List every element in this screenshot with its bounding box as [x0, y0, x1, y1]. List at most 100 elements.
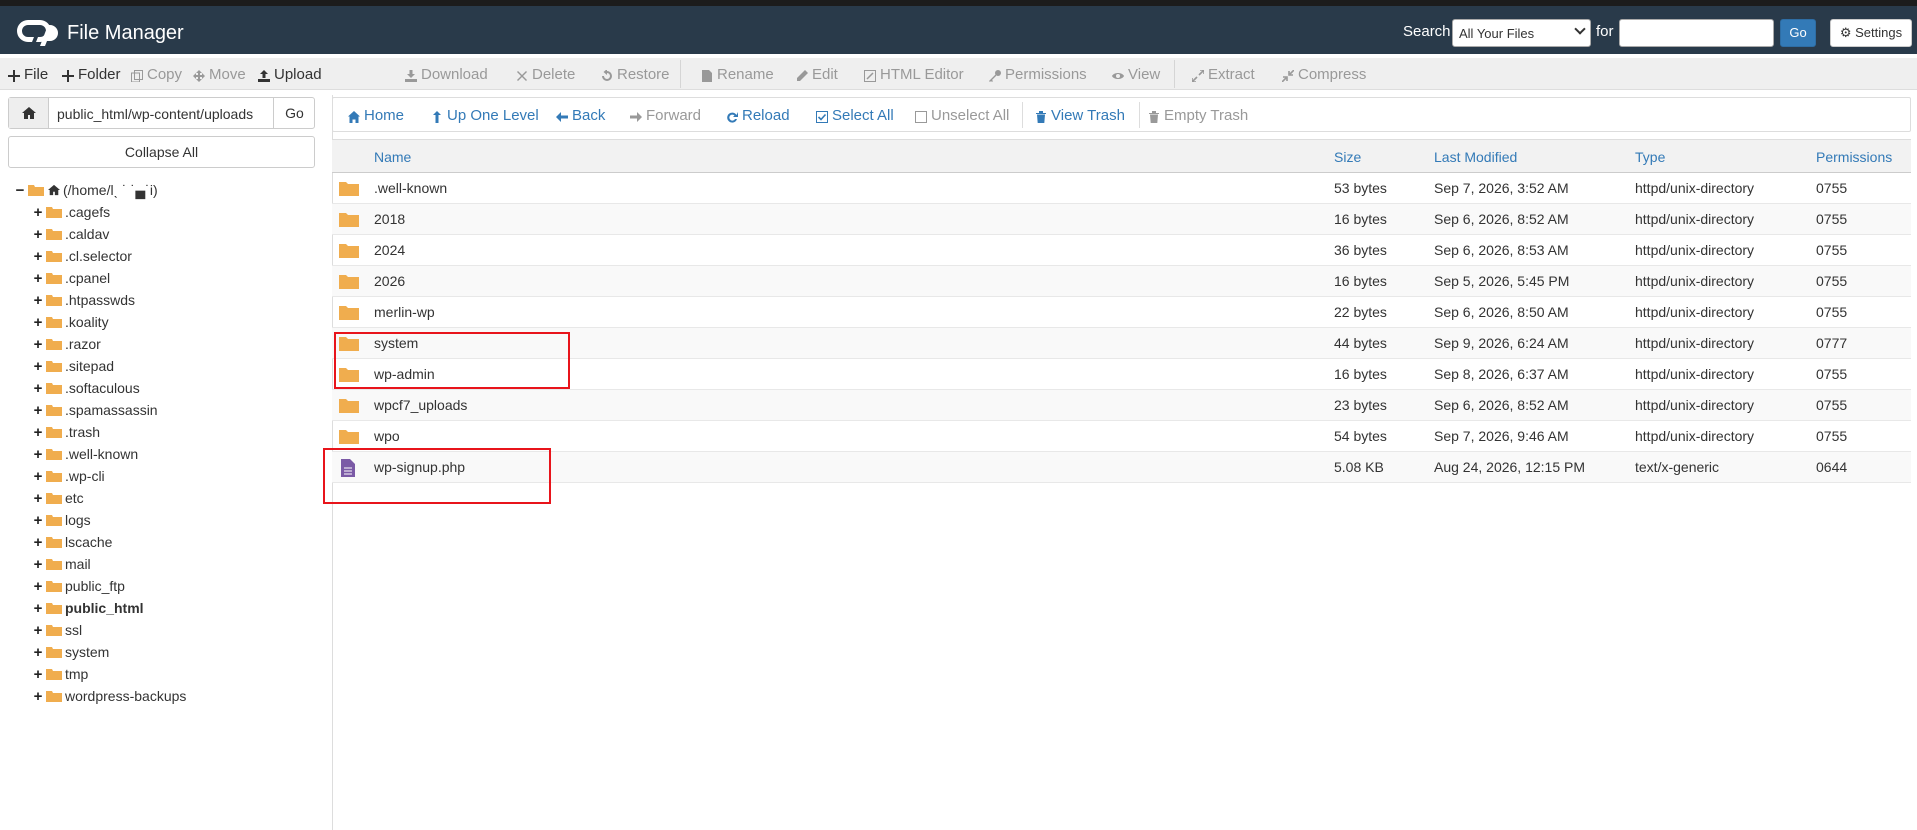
- expand-toggle-icon[interactable]: +: [32, 402, 44, 419]
- path-go-button[interactable]: Go: [273, 98, 315, 128]
- toolbar-copy-button[interactable]: Copy: [131, 66, 182, 83]
- column-header-name[interactable]: Name: [374, 149, 411, 165]
- search-go-button[interactable]: Go: [1780, 19, 1816, 47]
- expand-toggle-icon[interactable]: +: [32, 600, 44, 617]
- collapse-toggle-icon[interactable]: −: [14, 182, 26, 199]
- expand-toggle-icon[interactable]: +: [32, 512, 44, 529]
- tree-item-dot-cl-selector[interactable]: + .cl.selector: [14, 245, 324, 267]
- toolbar-file-button[interactable]: File: [8, 66, 48, 83]
- search-input[interactable]: [1619, 19, 1774, 47]
- expand-toggle-icon[interactable]: +: [32, 578, 44, 595]
- table-row[interactable]: 2018 16 bytes Sep 6, 2026, 8:52 AM httpd/un…: [332, 204, 1911, 235]
- expand-toggle-icon[interactable]: +: [32, 446, 44, 463]
- expand-toggle-icon[interactable]: +: [32, 336, 44, 353]
- toolbar-extract-button[interactable]: Extract: [1191, 66, 1255, 83]
- table-row[interactable]: merlin-wp 22 bytes Sep 6, 2026, 8:50 AM htt…: [332, 297, 1911, 328]
- expand-toggle-icon[interactable]: +: [32, 380, 44, 397]
- table-row[interactable]: wp-signup.php 5.08 KB Aug 24, 2026, 12:15 …: [332, 452, 1911, 483]
- nav-view-trash-button[interactable]: View Trash: [1035, 107, 1125, 124]
- settings-button[interactable]: ⚙ Settings: [1830, 19, 1912, 47]
- home-button[interactable]: [9, 98, 49, 128]
- nav-unselect-all-button[interactable]: Unselect All: [915, 107, 1009, 124]
- file-name[interactable]: .well-known: [374, 180, 447, 196]
- tree-item-public-html[interactable]: + public_html: [14, 597, 324, 619]
- nav-up-one-level-button[interactable]: Up One Level: [431, 107, 539, 124]
- tree-item-dot-sitepad[interactable]: + .sitepad: [14, 355, 324, 377]
- file-name[interactable]: merlin-wp: [374, 304, 435, 320]
- collapse-all-button[interactable]: Collapse All: [8, 136, 315, 168]
- file-name[interactable]: 2026: [374, 273, 405, 289]
- toolbar-upload-button[interactable]: Upload: [258, 66, 322, 83]
- expand-toggle-icon[interactable]: +: [32, 424, 44, 441]
- file-name[interactable]: wpcf7_uploads: [374, 397, 467, 413]
- tree-item-dot-cpanel[interactable]: + .cpanel: [14, 267, 324, 289]
- tree-item-dot-cagefs[interactable]: + .cagefs: [14, 201, 324, 223]
- column-header-last-modified[interactable]: Last Modified: [1434, 149, 1517, 165]
- tree-item-lscache[interactable]: + lscache: [14, 531, 324, 553]
- expand-toggle-icon[interactable]: +: [32, 644, 44, 661]
- table-row[interactable]: 2026 16 bytes Sep 5, 2026, 5:45 PM httpd/un…: [332, 266, 1911, 297]
- expand-toggle-icon[interactable]: +: [32, 270, 44, 287]
- nav-reload-button[interactable]: Reload: [726, 107, 790, 124]
- expand-toggle-icon[interactable]: +: [32, 534, 44, 551]
- toolbar-delete-button[interactable]: Delete: [516, 66, 575, 83]
- path-input[interactable]: public_html/wp-content/uploads: [57, 106, 273, 122]
- toolbar-download-button[interactable]: Download: [405, 66, 488, 83]
- expand-toggle-icon[interactable]: +: [32, 358, 44, 375]
- file-name[interactable]: 2018: [374, 211, 405, 227]
- search-scope-select[interactable]: All Your Files: [1452, 19, 1591, 47]
- table-row[interactable]: .well-known 53 bytes Sep 7, 2026, 3:52 AM h…: [332, 173, 1911, 204]
- toolbar-permissions-button[interactable]: Permissions: [989, 66, 1087, 83]
- expand-toggle-icon[interactable]: +: [32, 622, 44, 639]
- expand-toggle-icon[interactable]: +: [32, 248, 44, 265]
- nav-select-all-button[interactable]: Select All: [816, 107, 894, 124]
- toolbar-folder-button[interactable]: Folder: [62, 66, 121, 83]
- tree-item-etc[interactable]: + etc: [14, 487, 324, 509]
- tree-item-dot-razor[interactable]: + .razor: [14, 333, 324, 355]
- nav-back-button[interactable]: Back: [556, 107, 605, 124]
- expand-toggle-icon[interactable]: +: [32, 226, 44, 243]
- expand-toggle-icon[interactable]: +: [32, 468, 44, 485]
- toolbar-edit-button[interactable]: Edit: [796, 66, 838, 83]
- table-row[interactable]: wpcf7_uploads 23 bytes Sep 6, 2026, 8:52 A…: [332, 390, 1911, 421]
- nav-forward-button[interactable]: Forward: [630, 107, 701, 124]
- expand-toggle-icon[interactable]: +: [32, 556, 44, 573]
- tree-item-dot-wp-cli[interactable]: + .wp-cli: [14, 465, 324, 487]
- tree-item-system[interactable]: + system: [14, 641, 324, 663]
- tree-root[interactable]: − (/home/lˎ ˙ ˙▄˙i): [14, 179, 324, 201]
- expand-toggle-icon[interactable]: +: [32, 666, 44, 683]
- toolbar-html-editor-button[interactable]: HTML Editor: [864, 66, 964, 83]
- file-name[interactable]: 2024: [374, 242, 405, 258]
- table-row[interactable]: wpo 54 bytes Sep 7, 2026, 9:46 AM httpd/uni…: [332, 421, 1911, 452]
- expand-toggle-icon[interactable]: +: [32, 314, 44, 331]
- tree-item-mail[interactable]: + mail: [14, 553, 324, 575]
- tree-item-dot-koality[interactable]: + .koality: [14, 311, 324, 333]
- tree-item-public-ftp[interactable]: + public_ftp: [14, 575, 324, 597]
- expand-toggle-icon[interactable]: +: [32, 204, 44, 221]
- toolbar-restore-button[interactable]: Restore: [601, 66, 670, 83]
- column-header-size[interactable]: Size: [1334, 149, 1361, 165]
- tree-item-dot-htpasswds[interactable]: + .htpasswds: [14, 289, 324, 311]
- tree-item-dot-caldav[interactable]: + .caldav: [14, 223, 324, 245]
- tree-item-dot-well-known[interactable]: + .well-known: [14, 443, 324, 465]
- tree-item-logs[interactable]: + logs: [14, 509, 324, 531]
- tree-item-wordpress-backups[interactable]: + wordpress-backups: [14, 685, 324, 707]
- expand-toggle-icon[interactable]: +: [32, 292, 44, 309]
- tree-item-dot-trash[interactable]: + .trash: [14, 421, 324, 443]
- nav-home-button[interactable]: Home: [348, 107, 404, 124]
- tree-item-dot-spamassassin[interactable]: + .spamassassin: [14, 399, 324, 421]
- toolbar-rename-button[interactable]: Rename: [701, 66, 774, 83]
- expand-toggle-icon[interactable]: +: [32, 490, 44, 507]
- tree-item-tmp[interactable]: + tmp: [14, 663, 324, 685]
- toolbar-compress-button[interactable]: Compress: [1281, 66, 1366, 83]
- toolbar-move-button[interactable]: Move: [193, 66, 246, 83]
- file-name[interactable]: wpo: [374, 428, 400, 444]
- toolbar-view-button[interactable]: View: [1112, 66, 1160, 83]
- column-header-permissions[interactable]: Permissions: [1816, 149, 1892, 165]
- column-header-type[interactable]: Type: [1635, 149, 1665, 165]
- table-row[interactable]: 2024 36 bytes Sep 6, 2026, 8:53 AM httpd/un…: [332, 235, 1911, 266]
- tree-item-ssl[interactable]: + ssl: [14, 619, 324, 641]
- expand-toggle-icon[interactable]: +: [32, 688, 44, 705]
- tree-item-dot-softaculous[interactable]: + .softaculous: [14, 377, 324, 399]
- nav-empty-trash-button[interactable]: Empty Trash: [1148, 107, 1248, 124]
